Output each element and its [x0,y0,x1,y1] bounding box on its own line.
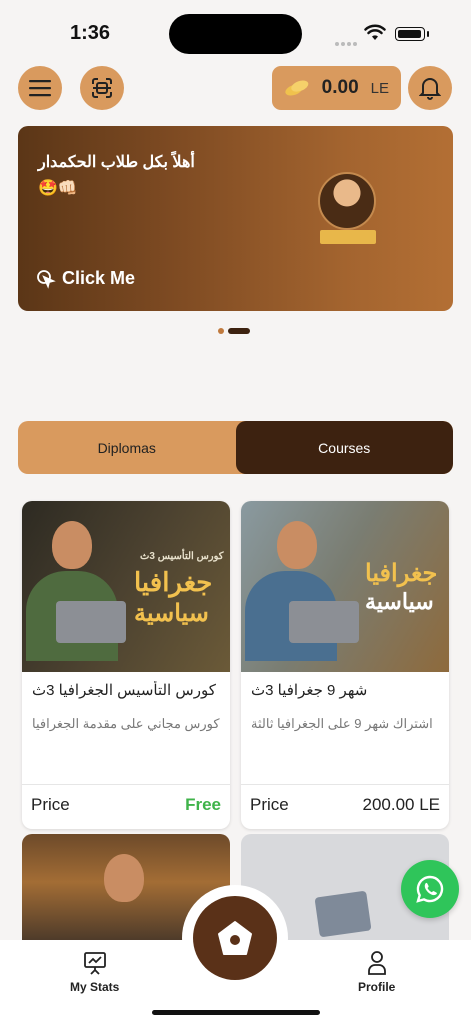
price-value: Free [185,795,221,814]
home-indicator [152,1010,320,1015]
wifi-icon [364,24,386,47]
nav-profile-label: Profile [358,980,396,994]
tab-courses[interactable]: Courses [235,421,453,474]
status-time: 1:36 [70,22,111,44]
scan-button[interactable] [80,66,124,110]
banner-greeting: أهلاً بكل طلاب الحكمدار [38,154,195,171]
teacher-name-tag [320,230,376,244]
home-button[interactable] [193,896,277,980]
stats-board-icon [83,952,106,975]
wallet-amount: 0.00 [321,77,359,98]
thumbnail-subtitle: سياسية [134,600,209,627]
nav-profile[interactable]: Profile [358,950,395,994]
thumbnail-title: جغرافيا [365,560,438,587]
course-title: شهر 9 جغرافيا 3ث [251,682,368,699]
menu-button[interactable] [18,66,62,110]
price-value: 200.00 LE [362,795,440,814]
battery-tip [427,31,429,37]
price-label: Price [31,795,70,814]
segment-tabs: Diplomas Courses [18,421,453,474]
course-description: كورس مجاني على مقدمة الجغرافيا [32,716,220,731]
battery-icon [395,27,425,41]
course-description: اشتراك شهر 9 على الجغرافيا ثالثة [251,716,433,731]
nav-my-stats-label: My Stats [70,980,120,994]
course-title: كورس التأسيس الجغرافيا 3ث [32,682,216,699]
profile-icon [367,951,386,975]
home-icon [218,921,252,955]
tab-diplomas[interactable]: Diplomas [18,421,236,474]
notifications-button[interactable] [408,66,452,110]
image-placeholder-icon [314,890,372,938]
price-label: Price [250,795,289,814]
course-card[interactable]: كورس التأسيس 3ث جغرافيا سياسية كورس التأ… [22,501,230,829]
whatsapp-icon [416,875,444,903]
teacher-avatar [318,172,376,230]
click-me-button[interactable]: Click Me [36,268,135,289]
signal-icon [335,33,359,51]
dynamic-island [169,14,302,54]
nav-my-stats[interactable]: My Stats [70,950,119,994]
bell-icon [419,78,441,100]
divider [22,784,230,785]
promo-banner[interactable]: أهلاً بكل طلاب الحكمدار 🤩👊🏻 Click Me [18,126,453,311]
thumbnail-small-text: كورس التأسيس 3ث [140,551,224,562]
thumbnail-title: جغرافيا [134,567,213,597]
whatsapp-button[interactable] [401,860,459,918]
banner-emoji: 🤩👊🏻 [38,180,78,197]
scan-icon [92,78,112,98]
divider [241,784,449,785]
wallet-balance[interactable]: 0.00 LE [272,66,401,110]
course-thumbnail: كورس التأسيس 3ث جغرافيا سياسية [22,501,230,672]
thumbnail-subtitle: سياسية [365,589,434,614]
tap-icon [37,269,56,289]
course-thumbnail [104,854,144,902]
course-thumbnail: جغرافيا سياسية [241,501,449,672]
course-card[interactable]: جغرافيا سياسية شهر 9 جغرافيا 3ث اشتراك ش… [241,501,449,829]
hamburger-icon [29,80,51,97]
wallet-currency: LE [370,79,389,97]
click-me-label: Click Me [62,268,136,288]
coins-icon [285,80,309,96]
carousel-indicator [218,322,250,340]
